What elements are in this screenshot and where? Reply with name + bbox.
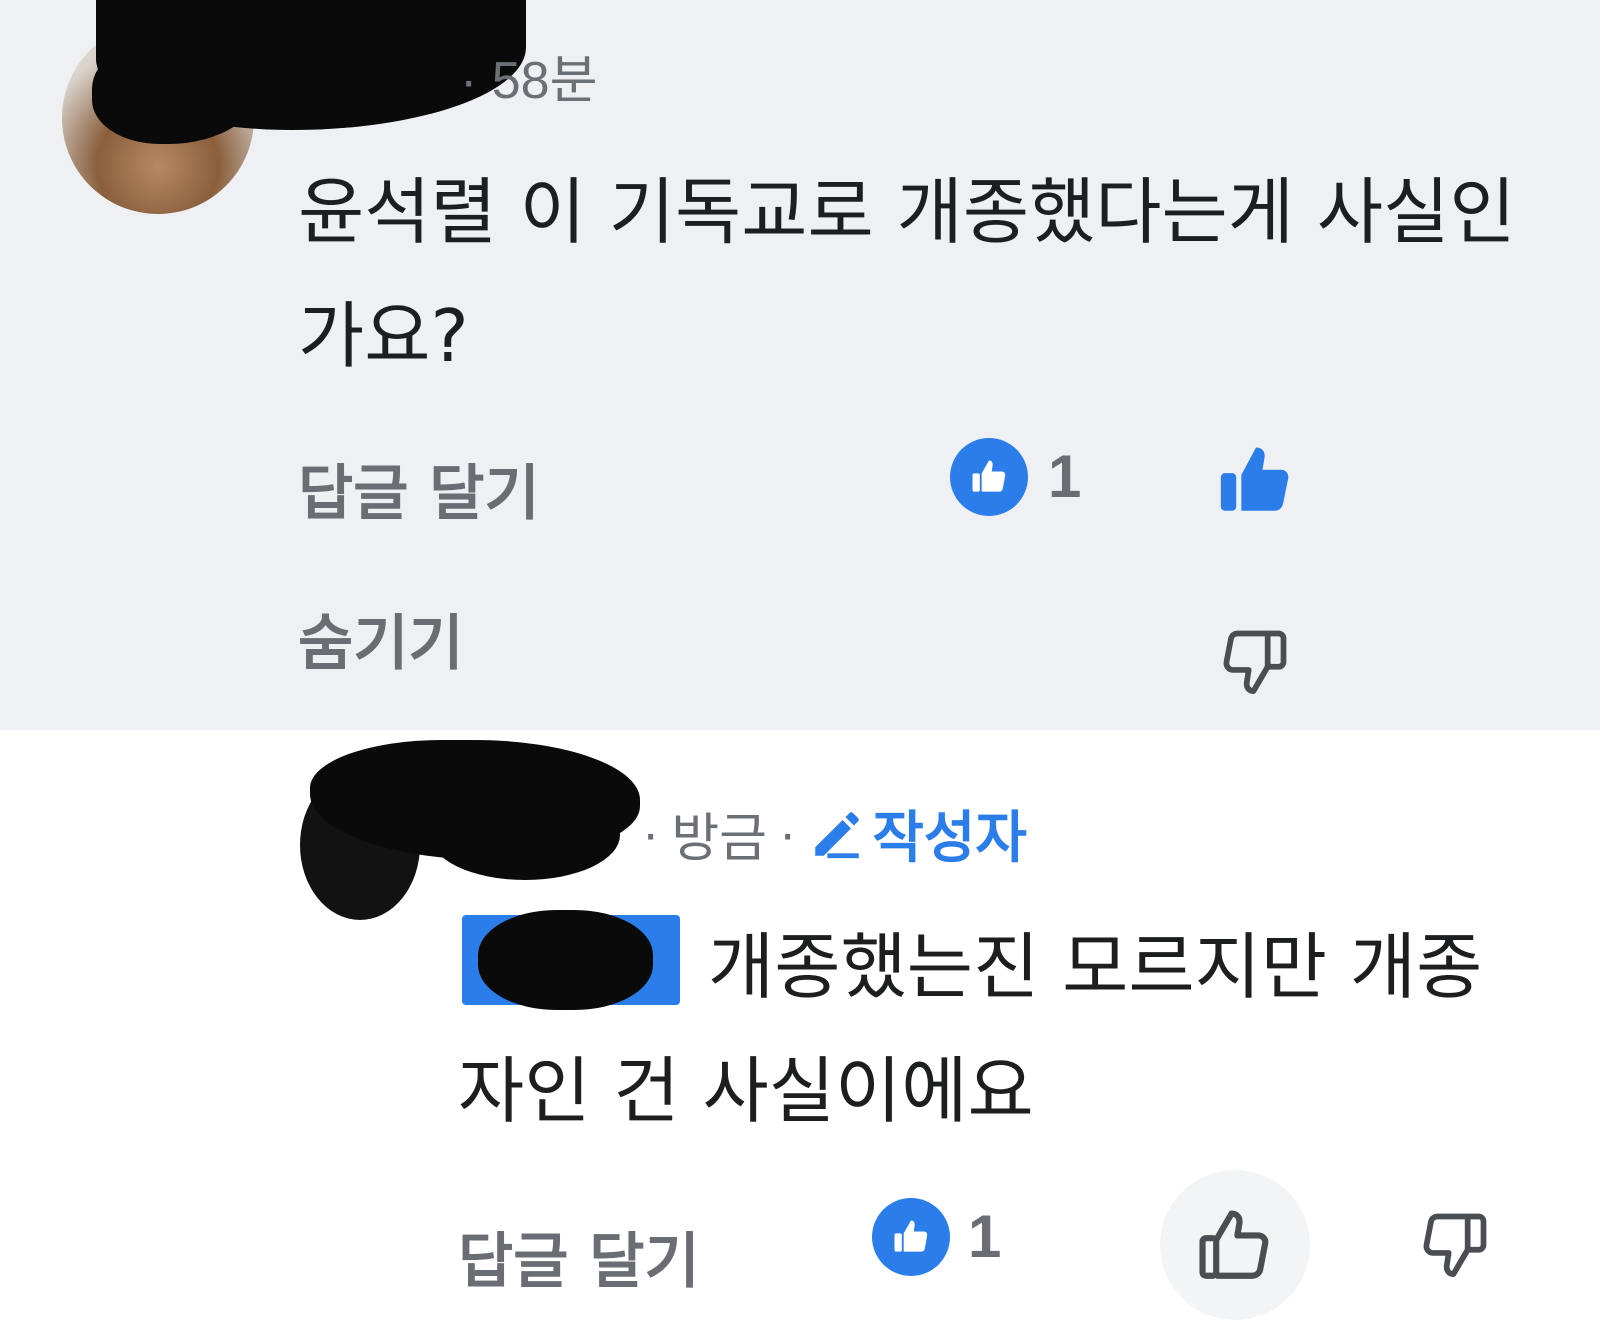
author-badge-label: 작성자 [872, 806, 1027, 871]
redacted-author-name [250, 20, 480, 110]
comment-timestamp: 방금 [671, 810, 768, 868]
redacted-author-name [430, 790, 620, 880]
comment-timestamp: · 58분 [460, 52, 598, 110]
thumbs-up-icon [894, 1220, 928, 1252]
author-badge: 작성자 [808, 793, 1027, 874]
thumbs-up-filled-icon[interactable] [1205, 430, 1305, 530]
like-count: 1 [968, 1203, 1002, 1270]
like-count-badge-icon [872, 1198, 950, 1276]
comment-body: 개종했는진 모르지만 개종자인 건 사실이에요 [458, 925, 1483, 1133]
meta-separator: · [642, 804, 660, 863]
like-count-badge-icon [950, 438, 1028, 516]
reply-button[interactable]: 답글 달기 [458, 1213, 700, 1300]
comment-body: 윤석렬 이 기독교로 개종했다는게 사실인가요? [298, 170, 1516, 378]
thumbs-up-outline-icon[interactable] [1160, 1170, 1310, 1320]
thumbs-up-icon [972, 460, 1006, 492]
thumbs-down-icon[interactable] [1205, 612, 1305, 712]
pencil-icon [815, 811, 860, 858]
like-count: 1 [1048, 443, 1082, 510]
hide-button[interactable]: 숨기기 [298, 595, 464, 682]
comment-item: · 58분 윤석렬 이 기독교로 개종했다는게 사실인가요? 답글 달기 숨기기… [0, 0, 1600, 730]
comment-meta: · 방금 · 작성자 [630, 793, 1027, 874]
reply-button[interactable]: 답글 달기 [298, 445, 540, 532]
thumbs-down-icon[interactable] [1405, 1195, 1505, 1295]
meta-separator: · [779, 804, 797, 863]
comment-reply-item: · 방금 · 작성자 개종했는진 모르지만 개종자인 건 사실이에요 답글 달기… [0, 730, 1600, 1338]
